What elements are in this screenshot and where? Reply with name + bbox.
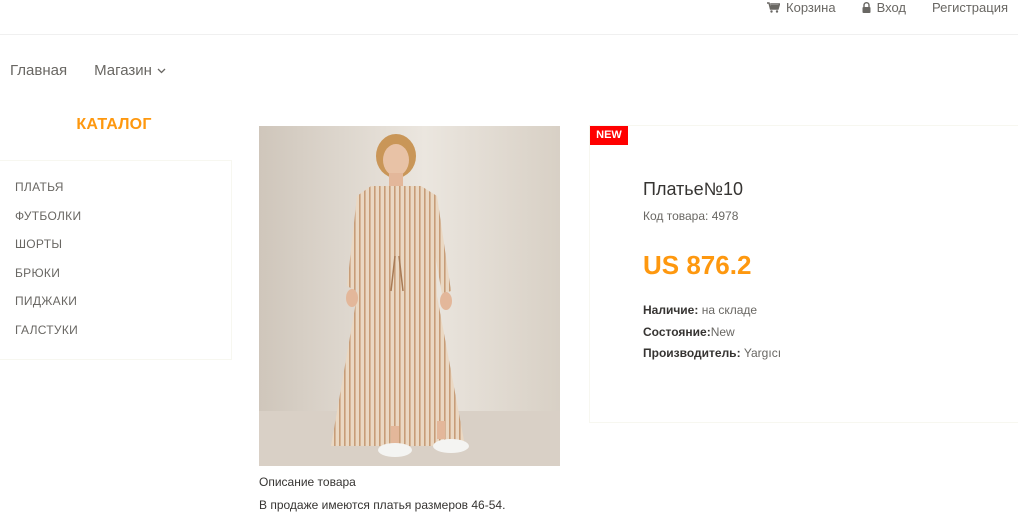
nav-shop[interactable]: Магазин bbox=[94, 62, 166, 79]
nav-shop-label: Магазин bbox=[94, 62, 152, 79]
description-title: Описание товара bbox=[259, 475, 356, 489]
cart-link[interactable]: Корзина bbox=[767, 0, 836, 15]
chevron-down-icon bbox=[157, 68, 166, 73]
condition-value: New bbox=[710, 325, 735, 339]
catalog-item-ties[interactable]: ГАЛСТУКИ bbox=[0, 316, 231, 345]
login-link[interactable]: Вход bbox=[862, 0, 906, 15]
catalog-item-tshirts[interactable]: ФУТБОЛКИ bbox=[0, 202, 231, 231]
availability-value: на складе bbox=[698, 303, 758, 317]
top-bar: Корзина Вход Регистрация bbox=[0, 0, 1018, 35]
catalog-item-dresses[interactable]: ПЛАТЬЯ bbox=[0, 173, 231, 202]
cart-icon bbox=[767, 2, 781, 13]
catalog-item-jackets[interactable]: ПИДЖАКИ bbox=[0, 287, 231, 316]
brand-value: Yargıcı bbox=[740, 346, 782, 360]
main-nav: Главная Магазин bbox=[10, 62, 193, 79]
register-link[interactable]: Регистрация bbox=[932, 0, 1008, 15]
product-image bbox=[259, 126, 560, 466]
header-links: Корзина Вход Регистрация bbox=[741, 0, 1008, 15]
nav-home[interactable]: Главная bbox=[10, 62, 67, 79]
new-badge: NEW bbox=[590, 126, 628, 145]
availability: Наличие: на складе bbox=[643, 303, 757, 317]
condition: Состояние:New bbox=[643, 325, 735, 339]
brand: Производитель: Yargıcı bbox=[643, 346, 781, 360]
description-text: В продаже имеются платья размеров 46-54. bbox=[259, 498, 506, 512]
catalog-title: КАТАЛОГ bbox=[76, 116, 152, 133]
brand-label: Производитель: bbox=[643, 346, 741, 360]
availability-label: Наличие: bbox=[643, 303, 699, 317]
product-code: Код товара: 4978 bbox=[643, 209, 739, 223]
catalog-item-trousers[interactable]: БРЮКИ bbox=[0, 259, 231, 288]
condition-label: Состояние: bbox=[643, 325, 711, 339]
cart-label: Корзина bbox=[786, 0, 836, 15]
register-label: Регистрация bbox=[932, 0, 1008, 15]
catalog-list: ПЛАТЬЯ ФУТБОЛКИ ШОРТЫ БРЮКИ ПИДЖАКИ ГАЛС… bbox=[0, 160, 232, 360]
lock-icon bbox=[862, 2, 871, 13]
catalog-item-shorts[interactable]: ШОРТЫ bbox=[0, 230, 231, 259]
product-price: US 876.2 bbox=[643, 250, 752, 280]
product-name: Платье№10 bbox=[643, 179, 744, 199]
login-label: Вход bbox=[876, 0, 906, 15]
